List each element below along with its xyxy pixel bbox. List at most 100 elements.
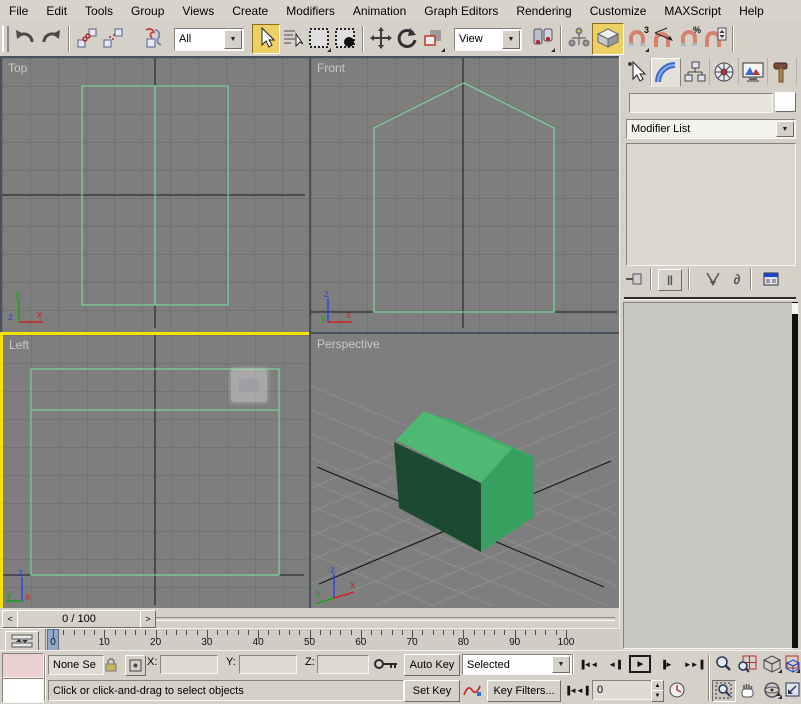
- frame-spinner-down[interactable]: ▼: [651, 690, 664, 702]
- select-by-name-button[interactable]: [280, 25, 306, 53]
- play-button[interactable]: ►: [628, 654, 652, 674]
- next-frame-arrow-button[interactable]: >: [140, 610, 156, 628]
- use-pivot-point-center-button[interactable]: [530, 25, 556, 53]
- arc-rotate-button[interactable]: [761, 680, 783, 700]
- show-end-result-button[interactable]: ‖: [658, 269, 682, 291]
- select-and-link-button[interactable]: [74, 25, 100, 53]
- time-type-dropdown[interactable]: Selected ▼: [462, 654, 572, 675]
- remove-modifier-button[interactable]: ∂: [726, 269, 748, 289]
- menu-modifiers[interactable]: Modifiers: [277, 1, 344, 21]
- object-color-swatch[interactable]: [775, 92, 796, 112]
- menu-edit[interactable]: Edit: [37, 1, 76, 21]
- unlink-selection-button[interactable]: [100, 25, 126, 53]
- viewport-front[interactable]: Front z x y: [309, 56, 623, 334]
- svg-text:z: z: [330, 565, 335, 576]
- viewport-left[interactable]: Left z y x: [0, 332, 313, 614]
- zoom-extents-button[interactable]: [761, 654, 783, 674]
- select-and-move-button[interactable]: [368, 25, 394, 53]
- key-filters-button[interactable]: Key Filters...: [487, 680, 561, 702]
- zoom-extents-all-button[interactable]: [785, 654, 801, 674]
- region-zoom-button[interactable]: [712, 680, 736, 702]
- menu-customize[interactable]: Customize: [581, 1, 656, 21]
- make-unique-button[interactable]: [702, 269, 724, 289]
- previous-frame-button[interactable]: ◄▐: [602, 654, 626, 674]
- viewport-perspective[interactable]: Perspective z y x: [309, 332, 623, 612]
- pan-button[interactable]: [736, 680, 758, 700]
- spinner-snap-button[interactable]: [702, 25, 728, 53]
- modify-tab[interactable]: [651, 58, 681, 87]
- viewport-top[interactable]: Top y x z: [0, 56, 311, 334]
- go-to-end-button[interactable]: ►►▐: [680, 654, 706, 674]
- undo-button[interactable]: [12, 25, 38, 53]
- time-slider-handle[interactable]: 0 / 100: [17, 610, 141, 628]
- track-bar-ruler[interactable]: 0 10 20 30 40 50 60 70 80 90 100: [45, 629, 620, 651]
- open-mini-curve-editor-button[interactable]: [5, 631, 39, 651]
- chevron-down-icon[interactable]: ▼: [552, 656, 570, 673]
- display-tab[interactable]: [739, 58, 768, 85]
- percent-snap-button[interactable]: %: [676, 25, 702, 53]
- auto-key-button[interactable]: Auto Key: [404, 654, 460, 676]
- y-coordinate-field[interactable]: [239, 655, 297, 674]
- redo-button[interactable]: [38, 25, 64, 53]
- menu-graph-editors[interactable]: Graph Editors: [415, 1, 507, 21]
- snaps-toggle-3d-button[interactable]: [592, 23, 624, 55]
- select-object-button[interactable]: [252, 24, 280, 54]
- key-mode-toggle-button[interactable]: ▐◄◄▐: [563, 681, 589, 699]
- set-key-button[interactable]: Set Key: [404, 680, 460, 702]
- modifier-list-dropdown[interactable]: Modifier List ▼: [626, 119, 796, 139]
- select-and-scale-button[interactable]: [420, 25, 446, 53]
- pin-stack-button[interactable]: [623, 269, 645, 289]
- go-to-start-button[interactable]: ▐◄◄: [576, 654, 600, 674]
- hierarchy-tab[interactable]: [681, 58, 710, 85]
- select-and-rotate-button[interactable]: [394, 25, 420, 53]
- chevron-down-icon[interactable]: ▼: [776, 121, 794, 137]
- default-tangent-button[interactable]: [461, 680, 483, 700]
- reference-coordinate-system-dropdown[interactable]: View ▼: [454, 27, 522, 51]
- selection-filter-dropdown[interactable]: All ▼: [174, 27, 244, 51]
- panel-scrollbar[interactable]: [792, 302, 798, 648]
- select-and-manipulate-button[interactable]: [566, 25, 592, 53]
- ruler-tick: [319, 630, 321, 635]
- current-frame-field[interactable]: 0: [592, 680, 656, 700]
- time-configuration-button[interactable]: [666, 680, 688, 700]
- selection-lock-toggle[interactable]: [102, 655, 120, 674]
- window-crossing-button[interactable]: [332, 25, 358, 53]
- menu-tools[interactable]: Tools: [76, 1, 122, 21]
- menu-group[interactable]: Group: [122, 1, 173, 21]
- angle-snap-button[interactable]: [650, 25, 676, 53]
- menu-file[interactable]: File: [0, 1, 37, 21]
- create-tab[interactable]: [622, 58, 651, 85]
- menu-views[interactable]: Views: [173, 1, 223, 21]
- object-name-field[interactable]: [629, 93, 773, 113]
- toolbar-grip[interactable]: [2, 26, 9, 52]
- z-coordinate-field[interactable]: [317, 655, 369, 674]
- modifier-stack-list[interactable]: [626, 143, 796, 266]
- configure-modifier-sets-button[interactable]: [760, 269, 782, 289]
- motion-tab[interactable]: [710, 58, 739, 85]
- rectangular-selection-region-button[interactable]: [306, 25, 332, 53]
- set-keys-button[interactable]: [371, 653, 401, 675]
- utilities-tab[interactable]: [768, 58, 797, 85]
- menu-animation[interactable]: Animation: [344, 1, 415, 21]
- toolbar-separator: [560, 26, 562, 52]
- zoom-button[interactable]: [712, 654, 734, 674]
- menu-help[interactable]: Help: [730, 1, 773, 21]
- menu-maxscript[interactable]: MAXScript: [655, 1, 730, 21]
- bind-to-space-warp-button[interactable]: [140, 25, 166, 53]
- x-coordinate-field[interactable]: [160, 655, 218, 674]
- time-slider-track[interactable]: [156, 617, 615, 621]
- chevron-down-icon[interactable]: ▼: [224, 29, 242, 49]
- maxscript-macro-recorder[interactable]: [2, 653, 44, 678]
- maxscript-mini-listener[interactable]: [2, 678, 44, 703]
- min-max-toggle-button[interactable]: [785, 680, 801, 700]
- panel-scrollbar-thumb[interactable]: [792, 303, 798, 314]
- previous-frame-arrow-button[interactable]: <: [2, 610, 18, 628]
- select-and-link-icon: [76, 27, 98, 52]
- chevron-down-icon[interactable]: ▼: [502, 29, 520, 49]
- menu-create[interactable]: Create: [223, 1, 277, 21]
- next-frame-button[interactable]: ▐►: [654, 654, 678, 674]
- snap-3-button[interactable]: 3: [624, 25, 650, 53]
- absolute-offset-mode-toggle[interactable]: [125, 655, 146, 676]
- zoom-all-button[interactable]: [736, 654, 758, 674]
- menu-rendering[interactable]: Rendering: [507, 1, 580, 21]
